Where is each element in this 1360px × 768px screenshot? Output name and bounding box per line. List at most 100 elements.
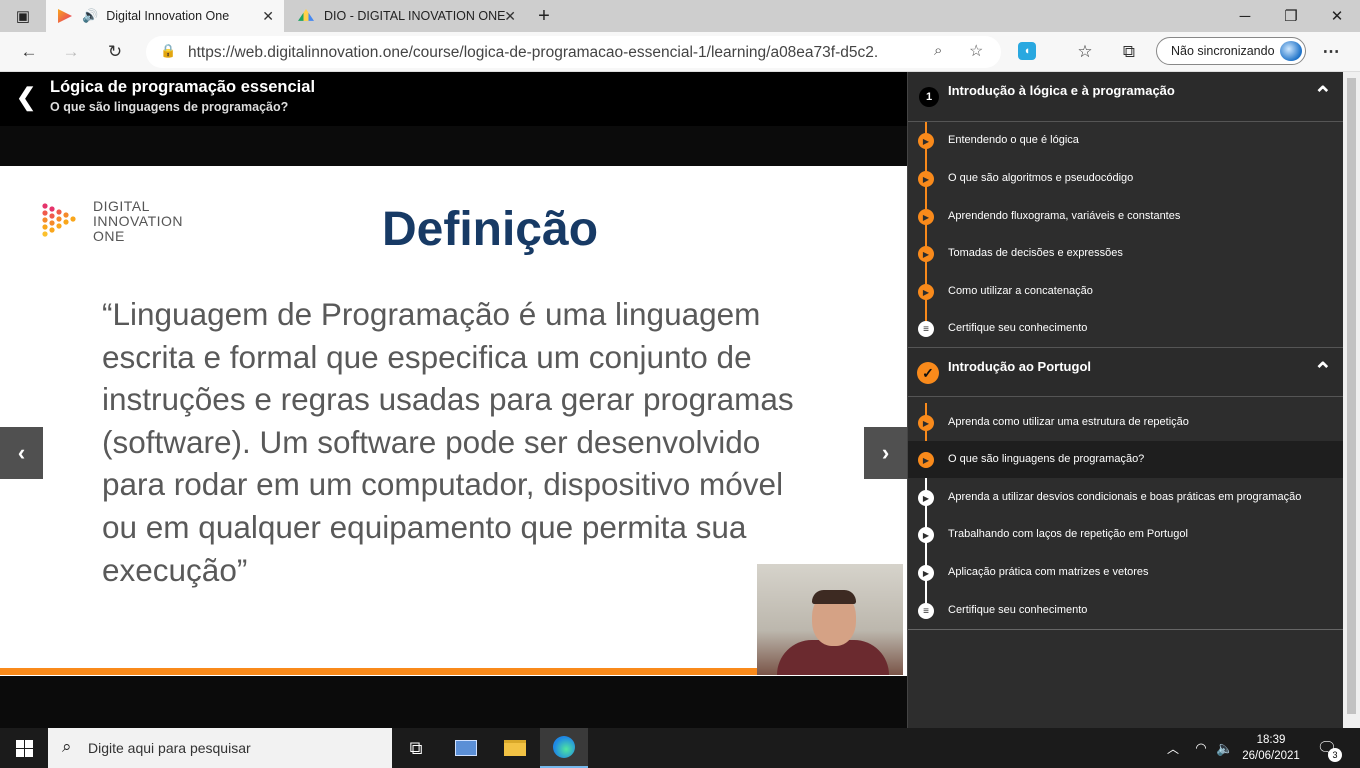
lesson-label: Trabalhando com laços de repetição em Po… xyxy=(948,528,1188,540)
lesson-label: Entendendo o que é lógica xyxy=(948,134,1079,146)
chevron-right-icon: › xyxy=(881,440,890,465)
lesson-label: Aprendendo fluxograma, variáveis e const… xyxy=(948,210,1181,222)
quiz-list-icon: ≡ xyxy=(918,321,934,337)
section-header-1[interactable]: 1 Introdução à lógica e à programação ⌃ xyxy=(908,72,1344,122)
tab-digital-innovation-one[interactable]: 🔊 Digital Innovation One ✕ xyxy=(46,0,284,32)
close-tab-icon[interactable]: ✕ xyxy=(262,8,274,24)
section-header-2[interactable]: ✓ Introdução ao Portugol ⌃ xyxy=(908,347,1344,397)
restore-icon[interactable]: ❐ xyxy=(1268,0,1314,32)
lesson-label: Aprenda como utilizar uma estrutura de r… xyxy=(948,416,1189,428)
lesson-item[interactable]: ▶ Aprendendo fluxograma, variáveis e con… xyxy=(908,198,1344,235)
play-icon: ▶ xyxy=(918,209,934,225)
url-text[interactable]: https://web.digitalinnovation.one/course… xyxy=(188,44,878,62)
course-sidebar: 1 Introdução à lógica e à programação ⌃ … xyxy=(907,72,1344,728)
search-icon: ⌕ xyxy=(62,737,72,756)
clock[interactable]: 18:39 26/06/2021 xyxy=(1238,732,1304,764)
google-drive-icon xyxy=(298,9,314,21)
more-options-icon[interactable]: ⋯ xyxy=(1318,40,1344,64)
page-content: ❮ Lógica de programação essencial O que … xyxy=(0,72,1360,728)
edge-taskbar-icon[interactable] xyxy=(540,728,588,768)
avatar xyxy=(1280,41,1302,61)
lesson-label: Certifique seu conhecimento xyxy=(948,604,1088,616)
lesson-item[interactable]: ▶ O que são algoritmos e pseudocódigo xyxy=(908,160,1344,197)
profile-button[interactable]: Não sincronizando xyxy=(1156,37,1306,65)
lesson-item[interactable]: ▶ Trabalhando com laços de repetição em … xyxy=(908,516,1344,553)
play-icon: ▶ xyxy=(918,415,934,431)
play-icon: ▶ xyxy=(918,284,934,300)
notification-center-icon[interactable]: 🗨 3 xyxy=(1306,728,1348,768)
slide-title: Definição xyxy=(381,203,599,256)
clock-time: 18:39 xyxy=(1256,734,1286,746)
section-title: Introdução ao Portugol xyxy=(948,359,1091,374)
close-window-icon[interactable]: ✕ xyxy=(1314,0,1360,32)
minimize-icon[interactable]: ─ xyxy=(1222,0,1268,32)
scrollbar-thumb[interactable] xyxy=(1347,78,1356,714)
back-icon[interactable]: ← xyxy=(16,40,42,64)
section-title: Introdução à lógica e à programação xyxy=(948,83,1175,98)
favorites-icon[interactable]: ☆ xyxy=(1072,40,1098,64)
play-icon: ▶ xyxy=(918,452,934,468)
zoom-icon[interactable]: ⌕ xyxy=(934,42,942,59)
windows-start-icon[interactable] xyxy=(0,728,48,768)
taskbar-search[interactable]: ⌕ Digite aqui para pesquisar xyxy=(48,728,392,768)
play-icon: ▶ xyxy=(918,565,934,581)
audio-playing-icon[interactable]: 🔊 xyxy=(82,8,98,24)
lesson-label: Tomadas de decisões e expressões xyxy=(948,247,1123,259)
tab-title: Digital Innovation One xyxy=(106,9,230,23)
play-icon: ▶ xyxy=(918,490,934,506)
lesson-item-current[interactable]: ▶ O que são linguagens de programação? xyxy=(908,441,1344,478)
lesson-item[interactable]: ▶ Aplicação prática com matrizes e vetor… xyxy=(908,554,1344,591)
chevron-left-icon: ‹ xyxy=(17,440,26,465)
tab-dio-google-drive[interactable]: DIO - DIGITAL INOVATION ONE - ✕ xyxy=(288,0,526,32)
add-favorite-icon[interactable]: ☆ xyxy=(969,41,983,61)
chevron-up-icon[interactable]: ︿ xyxy=(1160,728,1186,768)
tab-strip: ▣ 🔊 Digital Innovation One ✕ DIO - DIGIT… xyxy=(0,0,1360,32)
instructor-hair xyxy=(812,590,856,604)
play-icon: ▶ xyxy=(918,133,934,149)
task-view-icon[interactable]: ⧉ xyxy=(392,728,440,768)
extension-icon[interactable]: ◖ xyxy=(1014,39,1040,63)
lesson-item[interactable]: ▶ Aprenda a utilizar desvios condicionai… xyxy=(908,479,1344,516)
wifi-icon[interactable]: ◠ xyxy=(1188,728,1214,768)
new-tab-icon[interactable]: + xyxy=(530,0,558,32)
video-player[interactable]: DIGITAL INNOVATION ONE Definição “Lingua… xyxy=(0,126,907,728)
section-complete-check-icon: ✓ xyxy=(917,362,939,384)
chevron-up-icon[interactable]: ⌃ xyxy=(1314,82,1332,108)
forward-icon[interactable]: → xyxy=(58,40,84,64)
clock-date: 26/06/2021 xyxy=(1242,750,1300,762)
lesson-item[interactable]: ▶ Como utilizar a concatenação xyxy=(908,273,1344,310)
section-number: 1 xyxy=(919,87,939,107)
taskbar: ⌕ Digite aqui para pesquisar ⧉ ︿ ◠ 🔈 18:… xyxy=(0,728,1360,768)
navigation-bar: ← → ↻ 🔒 https://web.digitalinnovation.on… xyxy=(0,32,1360,72)
chevron-up-icon[interactable]: ⌃ xyxy=(1314,358,1332,384)
control-panel-icon[interactable] xyxy=(442,728,490,768)
refresh-icon[interactable]: ↻ xyxy=(102,40,128,64)
lesson-label: Como utilizar a concatenação xyxy=(948,285,1093,297)
quiz-list-icon: ≡ xyxy=(918,603,934,619)
play-icon: ▶ xyxy=(918,171,934,187)
file-explorer-icon[interactable] xyxy=(491,728,539,768)
tab-actions-icon[interactable]: ▣ xyxy=(0,0,46,32)
lesson-item[interactable]: ▶ Aprenda como utilizar uma estrutura de… xyxy=(908,404,1344,441)
lesson-label: O que são algoritmos e pseudocódigo xyxy=(948,172,1134,184)
lock-icon[interactable]: 🔒 xyxy=(160,43,176,59)
play-icon: ▶ xyxy=(918,246,934,262)
lesson-label: Aprenda a utilizar desvios condicionais … xyxy=(948,491,1302,503)
volume-icon[interactable]: 🔈 xyxy=(1212,728,1238,768)
scrollbar[interactable] xyxy=(1343,72,1360,728)
tab-title: DIO - DIGITAL INOVATION ONE - xyxy=(324,9,509,23)
slide: DIGITAL INNOVATION ONE Definição “Lingua… xyxy=(0,166,907,676)
play-icon: ▶ xyxy=(918,527,934,543)
lesson-item[interactable]: ▶ Entendendo o que é lógica xyxy=(908,122,1344,159)
lesson-item[interactable]: ≡ Certifique seu conhecimento xyxy=(908,310,1344,347)
next-lesson-button[interactable]: › xyxy=(864,427,907,479)
lesson-label: O que são linguagens de programação? xyxy=(948,453,1145,465)
close-tab-icon[interactable]: ✕ xyxy=(504,8,516,24)
lesson-label: Certifique seu conhecimento xyxy=(948,322,1088,334)
previous-lesson-button[interactable]: ‹ xyxy=(0,427,43,479)
lesson-item[interactable]: ▶ Tomadas de decisões e expressões xyxy=(908,235,1344,272)
address-bar[interactable]: 🔒 https://web.digitalinnovation.one/cour… xyxy=(146,36,1001,68)
back-arrow-icon[interactable]: ❮ xyxy=(16,83,36,112)
lesson-item[interactable]: ≡ Certifique seu conhecimento xyxy=(908,592,1344,629)
collections-icon[interactable]: ⧉ xyxy=(1116,40,1142,64)
